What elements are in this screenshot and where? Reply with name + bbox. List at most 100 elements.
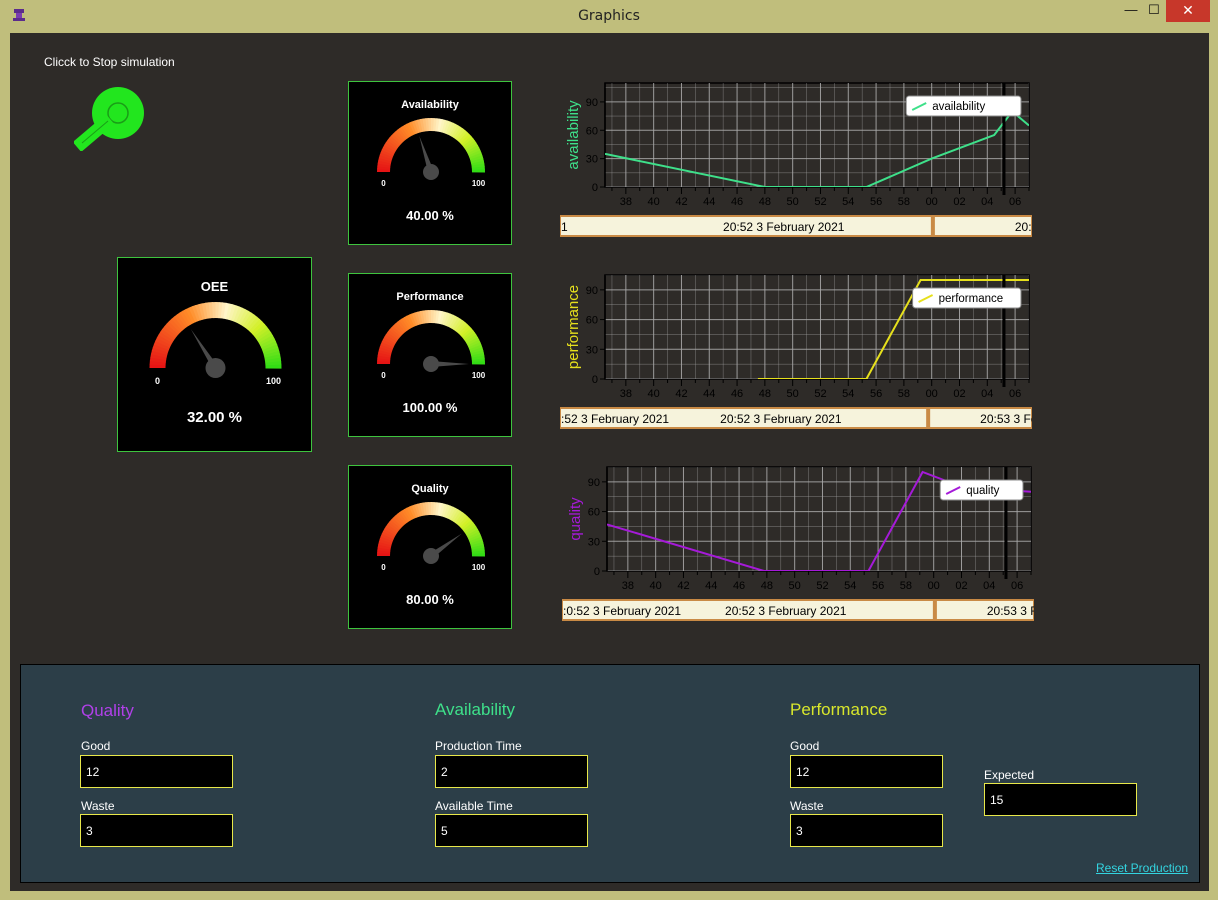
gauge-hub (423, 356, 439, 372)
stop-simulation-knob[interactable] (74, 87, 146, 151)
chart-timeline-label: 20:53 3 Feb (980, 412, 1032, 426)
chart-x-tick-label: 42 (675, 196, 687, 208)
chart-legend-label: quality (966, 485, 999, 497)
expected-label: Expected (984, 768, 1035, 782)
gauge-min-label: 0 (155, 376, 160, 386)
chart-y-axis-label: availability (565, 100, 582, 170)
gauge-max-label: 100 (266, 376, 281, 386)
chart-x-tick-label: 58 (900, 580, 912, 592)
performance-waste-input[interactable] (790, 814, 943, 847)
performance-gauge-title: Performance (396, 291, 464, 303)
chart-x-tick-label: 02 (953, 196, 965, 208)
chart-legend-label: performance (939, 293, 1004, 305)
chart-x-tick-label: 52 (814, 196, 826, 208)
quality-good-input[interactable] (80, 755, 233, 788)
chart-timeline-divider[interactable] (932, 600, 937, 620)
chart-x-tick-label: 46 (733, 580, 745, 592)
availability-chart-svg[interactable]: 0 30 60 90 38 40 42 44 46 48 50 52 54 56 58 00 02 04 06 ava… (560, 81, 1032, 243)
performance-good-label: Good (790, 739, 820, 753)
chart-x-tick-label: 06 (1009, 196, 1021, 208)
available-time-label: Available Time (435, 799, 513, 813)
chart-x-tick-label: 54 (842, 388, 854, 400)
chart-x-tick-label: 50 (789, 580, 801, 592)
chart-x-tick-label: 46 (731, 388, 743, 400)
chart-x-tick-label: 44 (703, 388, 715, 400)
available-time-input[interactable] (435, 814, 588, 847)
chart-x-tick-label: 38 (622, 580, 634, 592)
chart-x-tick-label: 42 (675, 388, 687, 400)
gauge-hub (423, 548, 439, 564)
gauge-max-label: 100 (472, 371, 486, 380)
performance-good-input[interactable] (790, 755, 943, 788)
chart-timeline-label: 20:52 3 February 2021 (725, 604, 847, 618)
close-button[interactable]: ✕ (1166, 0, 1210, 22)
quality-good-label: Good (81, 739, 111, 753)
chart-timeline-label: :0:52 3 February 2021 (563, 604, 681, 618)
chart-x-tick-label: 56 (870, 388, 882, 400)
performance-chart[interactable]: 0 30 60 90 38 40 42 44 46 48 50 52 54 56 58 00 02 04 06 per… (560, 273, 1032, 435)
chart-y-tick-label: 90 (588, 477, 600, 489)
chart-x-tick-label: 58 (898, 196, 910, 208)
oee-gauge-title: OEE (200, 279, 229, 294)
chart-timeline-label: 20:53 3 Fe (987, 604, 1034, 618)
chart-x-tick-label: 00 (926, 196, 938, 208)
performance-gauge-panel: Performance 0 100 100.00 % (348, 273, 512, 437)
chart-y-tick-label: 30 (586, 154, 598, 166)
availability-chart[interactable]: 0 30 60 90 38 40 42 44 46 48 50 52 54 56 58 00 02 04 06 ava… (560, 81, 1032, 243)
quality-chart-svg[interactable]: 0 30 60 90 38 40 42 44 46 48 50 52 54 56 58 00 02 04 06 qua… (562, 465, 1034, 627)
maximize-button[interactable]: ☐ (1140, 0, 1168, 22)
chart-x-tick-label: 54 (844, 580, 856, 592)
chart-x-tick-label: 04 (983, 580, 995, 592)
chart-timeline-label: :52 3 February 2021 (561, 412, 669, 426)
quality-gauge-title: Quality (411, 483, 449, 495)
chart-timeline-divider[interactable] (926, 408, 931, 428)
chart-y-tick-label: 0 (592, 374, 598, 386)
chart-x-tick-label: 04 (981, 196, 993, 208)
chart-x-tick-label: 40 (648, 388, 660, 400)
chart-x-tick-label: 40 (650, 580, 662, 592)
chart-x-tick-label: 38 (620, 388, 632, 400)
chart-y-tick-label: 60 (588, 507, 600, 519)
availability-gauge-panel: Availability 0 100 40.00 % (348, 81, 512, 245)
availability-gauge-title: Availability (401, 99, 459, 111)
chart-x-tick-label: 04 (981, 388, 993, 400)
chart-x-tick-label: 50 (787, 196, 799, 208)
gauge-min-label: 0 (381, 563, 386, 572)
chart-timeline-divider[interactable] (930, 216, 935, 236)
quality-waste-input[interactable] (80, 814, 233, 847)
production-form-panel: Quality Good Waste Availability Producti… (20, 664, 1200, 883)
reset-production-link[interactable]: Reset Production (1096, 861, 1188, 875)
production-time-input[interactable] (435, 755, 588, 788)
quality-section-title: Quality (81, 701, 134, 720)
chart-y-tick-label: 30 (588, 536, 600, 548)
chart-timeline-label: 20:52 3 February 2021 (723, 220, 845, 234)
chart-x-tick-label: 40 (648, 196, 660, 208)
quality-waste-label: Waste (81, 799, 115, 813)
gauge-max-label: 100 (472, 563, 486, 572)
chart-x-tick-label: 44 (703, 196, 715, 208)
quality-chart[interactable]: 0 30 60 90 38 40 42 44 46 48 50 52 54 56 58 00 02 04 06 qua… (562, 465, 1034, 627)
quality-gauge-value: 80.00 % (406, 592, 454, 607)
window-title: Graphics (578, 8, 640, 24)
chart-y-tick-label: 30 (586, 344, 598, 356)
stop-simulation-label: Clicck to Stop simulation (44, 55, 175, 69)
oee-gauge-panel: OEE 0 100 32.00 % (117, 257, 312, 452)
availability-section-title: Availability (435, 700, 516, 719)
chart-x-tick-label: 54 (842, 196, 854, 208)
chart-x-tick-label: 48 (759, 196, 771, 208)
gauge-hub (205, 358, 226, 378)
expected-input[interactable] (984, 783, 1137, 816)
chart-x-tick-label: 50 (787, 388, 799, 400)
title-bar[interactable]: Graphics — ☐ ✕ (0, 0, 1218, 32)
chart-y-tick-label: 0 (594, 566, 600, 578)
performance-chart-svg[interactable]: 0 30 60 90 38 40 42 44 46 48 50 52 54 56 58 00 02 04 06 per… (560, 273, 1032, 435)
gauge-hub (423, 164, 439, 180)
chart-x-tick-label: 48 (759, 388, 771, 400)
chart-legend-label: availability (932, 101, 985, 113)
chart-x-tick-label: 48 (761, 580, 773, 592)
chart-y-tick-label: 90 (586, 285, 598, 297)
quality-gauge-panel: Quality 0 100 80.00 % (348, 465, 512, 629)
gauge-min-label: 0 (381, 371, 386, 380)
chart-y-tick-label: 0 (592, 182, 598, 194)
chart-x-tick-label: 56 (870, 196, 882, 208)
